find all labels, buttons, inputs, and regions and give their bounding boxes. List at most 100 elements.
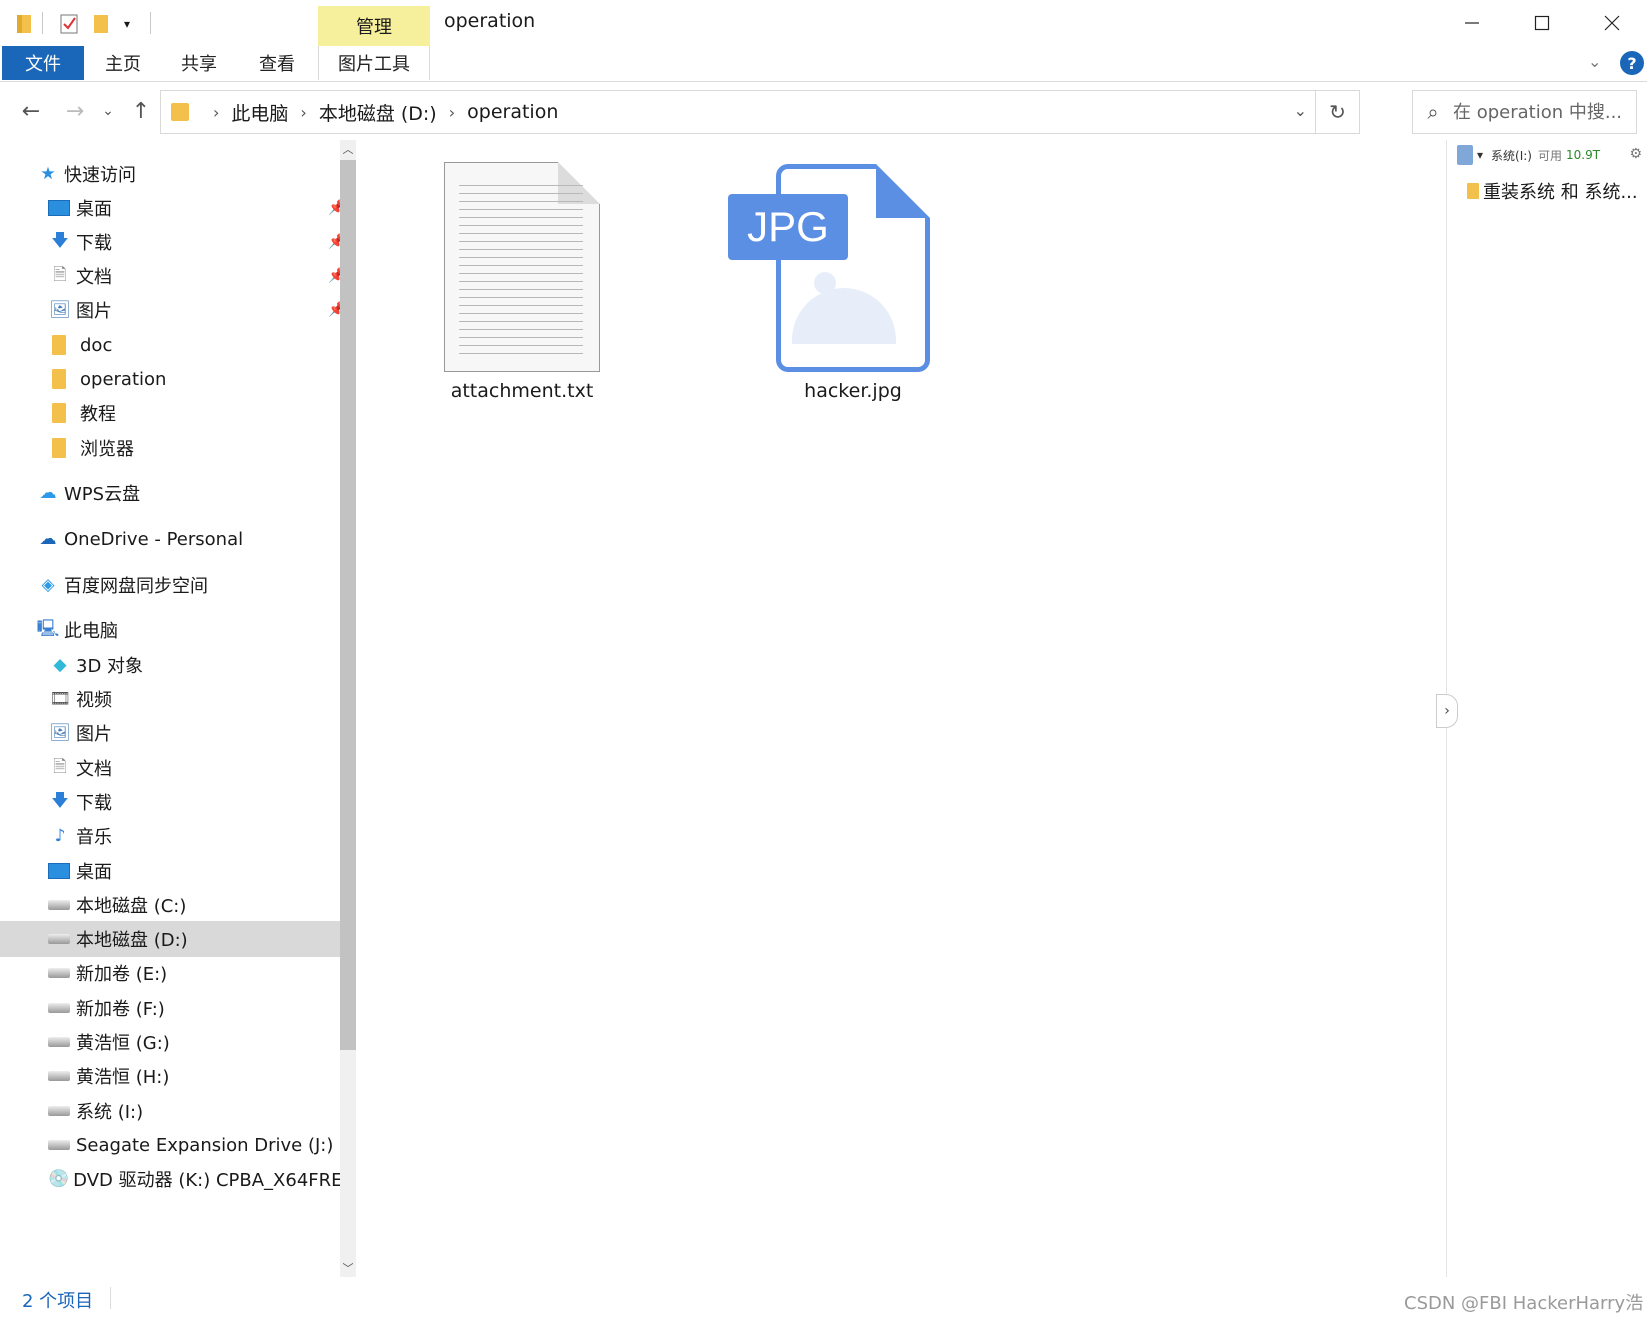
sidebar-item-drive-e[interactable]: 新加卷 (E:) xyxy=(0,955,352,991)
sidebar-item-downloads-pc[interactable]: 🡇 下载 xyxy=(0,784,352,820)
close-button[interactable] xyxy=(1577,0,1647,46)
star-icon: ★ xyxy=(40,164,56,184)
sidebar-item-pictures-pc[interactable]: 🖼 图片 xyxy=(0,715,352,751)
folder-icon xyxy=(52,369,66,389)
sidebar-item-label: 本地磁盘 (C:) xyxy=(76,896,187,917)
sidebar-item-desktop[interactable]: 桌面 📌 xyxy=(0,190,352,226)
sidebar-item-baidu-netdisk[interactable]: ◈ 百度网盘同步空间 xyxy=(0,567,352,603)
file-item-hacker-jpg[interactable]: JPG hacker.jpg xyxy=(356,136,976,416)
title-bar: ▾ 管理 operation xyxy=(0,0,1647,46)
tab-view[interactable]: 查看 xyxy=(246,46,308,80)
document-icon: 🗎 xyxy=(53,264,67,285)
sidebar-item-documents[interactable]: 🗎 文档 📌 xyxy=(0,258,352,294)
recent-locations-icon[interactable]: ⌄ xyxy=(96,94,120,128)
sidebar-item-onedrive[interactable]: ☁ OneDrive - Personal xyxy=(0,521,352,557)
navigation-bar: ← → ⌄ ↑ › 此电脑 › 本地磁盘 (D:) › operation ⌄ … xyxy=(0,86,1647,136)
video-icon: 🎞 xyxy=(49,689,71,709)
chevron-down-icon[interactable]: ▾ xyxy=(1477,148,1483,162)
search-box[interactable]: ⌕ xyxy=(1412,90,1637,134)
sidebar-item-label: 浏览器 xyxy=(80,439,134,460)
file-name: hacker.jpg xyxy=(804,380,902,402)
expand-ribbon-icon[interactable]: ⌄ xyxy=(1588,52,1601,71)
breadcrumb-drive-d[interactable]: 本地磁盘 (D:) xyxy=(319,99,437,126)
sidebar-item-drive-c[interactable]: 本地磁盘 (C:) xyxy=(0,887,352,923)
chevron-right-icon[interactable]: › xyxy=(213,103,219,122)
up-arrow-icon[interactable]: ↑ xyxy=(124,94,158,128)
sidebar-item-label: 教程 xyxy=(80,404,116,425)
sidebar-item-this-pc[interactable]: 🖳 此电脑 xyxy=(0,612,352,648)
drive-icon xyxy=(48,1106,70,1116)
sidebar-item-drive-f[interactable]: 新加卷 (F:) xyxy=(0,990,352,1026)
sidebar-item-label: 黄浩恒 (G:) xyxy=(76,1033,170,1054)
sidebar-item-label: 黄浩恒 (H:) xyxy=(76,1067,170,1088)
cube-icon: ◆ xyxy=(53,655,67,675)
quick-access-separator xyxy=(42,12,43,34)
refresh-icon[interactable]: ↻ xyxy=(1315,91,1359,133)
folder-icon xyxy=(1467,183,1479,199)
sidebar-item-wps-cloud[interactable]: ☁ WPS云盘 xyxy=(0,475,352,511)
tab-home[interactable]: 主页 xyxy=(92,46,154,80)
window-title: operation xyxy=(444,10,536,32)
sidebar-item-drive-h[interactable]: 黄浩恒 (H:) xyxy=(0,1058,352,1094)
sidebar-item-operation[interactable]: operation xyxy=(0,361,352,397)
sidebar-item-label: OneDrive - Personal xyxy=(64,528,244,550)
sidebar-item-label: Seagate Expansion Drive (J:) xyxy=(76,1134,334,1156)
tab-share[interactable]: 共享 xyxy=(168,46,230,80)
tab-picture-tools[interactable]: 图片工具 xyxy=(318,46,430,80)
sidebar-item-downloads[interactable]: 🡇 下载 📌 xyxy=(0,224,352,260)
maximize-button[interactable] xyxy=(1507,0,1577,46)
gear-icon[interactable]: ⚙ xyxy=(1629,146,1642,162)
sidebar-item-tutorials[interactable]: 教程 xyxy=(0,395,352,431)
sidebar-item-label: 文档 xyxy=(76,267,112,288)
panel-list-item[interactable]: 重装系统 和 系统... xyxy=(1467,178,1638,204)
sidebar-item-drive-d[interactable]: 本地磁盘 (D:) xyxy=(0,921,352,957)
forward-arrow-icon[interactable]: → xyxy=(58,94,92,128)
new-folder-icon[interactable] xyxy=(90,12,112,36)
customize-quick-access-icon[interactable]: ▾ xyxy=(118,12,136,36)
chevron-up-icon[interactable]: ︿ xyxy=(340,140,356,158)
sidebar-scrollbar[interactable]: ︿ ﹀ xyxy=(340,140,356,1277)
back-arrow-icon[interactable]: ← xyxy=(14,94,48,128)
drive-label: 系统(I:) xyxy=(1491,148,1532,163)
help-icon[interactable]: ? xyxy=(1620,51,1644,75)
picture-icon: 🖼 xyxy=(49,723,71,743)
sidebar-item-label: 本地磁盘 (D:) xyxy=(76,930,188,951)
sidebar-item-3d-objects[interactable]: ◆ 3D 对象 xyxy=(0,647,352,683)
sidebar-item-doc[interactable]: doc xyxy=(0,327,352,363)
chevron-right-icon[interactable]: › xyxy=(300,103,306,122)
search-input[interactable] xyxy=(1453,101,1623,123)
status-separator xyxy=(110,1287,111,1309)
navigation-pane: ★ 快速访问 桌面 📌 🡇 下载 📌 🗎 文档 📌 🖼 图片 📌 doc ope… xyxy=(0,140,356,1277)
sidebar-item-documents-pc[interactable]: 🗎 文档 xyxy=(0,750,352,786)
sidebar-item-music[interactable]: ♪ 音乐 xyxy=(0,818,352,854)
address-bar[interactable]: › 此电脑 › 本地磁盘 (D:) › operation ⌄ ↻ xyxy=(160,90,1360,134)
chevron-right-icon[interactable]: › xyxy=(1436,694,1458,728)
chevron-right-icon[interactable]: › xyxy=(449,103,455,122)
minimize-button[interactable] xyxy=(1437,0,1507,46)
dvd-drive-icon: 💿 xyxy=(48,1169,70,1189)
sidebar-item-drive-g[interactable]: 黄浩恒 (G:) xyxy=(0,1024,352,1060)
chevron-down-icon[interactable]: ﹀ xyxy=(340,1259,356,1277)
drive-icon xyxy=(48,1003,70,1013)
sidebar-item-label: 桌面 xyxy=(76,862,112,883)
folder-icon xyxy=(171,103,189,121)
sidebar-item-drive-j[interactable]: Seagate Expansion Drive (J:) xyxy=(0,1127,352,1163)
drive-icon xyxy=(48,1071,70,1081)
sidebar-item-quick-access[interactable]: ★ 快速访问 xyxy=(0,156,352,192)
breadcrumb-operation[interactable]: operation xyxy=(467,101,558,123)
breadcrumb-this-pc[interactable]: 此电脑 xyxy=(231,99,288,126)
sidebar-item-label: WPS云盘 xyxy=(64,484,141,505)
properties-icon[interactable] xyxy=(58,12,80,36)
sidebar-item-desktop-pc[interactable]: 桌面 xyxy=(0,853,352,889)
manage-context-tab[interactable]: 管理 xyxy=(318,6,430,46)
sidebar-item-browser[interactable]: 浏览器 xyxy=(0,430,352,466)
chevron-down-icon[interactable]: ⌄ xyxy=(1294,101,1307,120)
sidebar-item-videos[interactable]: 🎞 视频 xyxy=(0,681,352,717)
sidebar-item-dvd-drive-k[interactable]: 💿 DVD 驱动器 (K:) CPBA_X64FRE_Z xyxy=(0,1161,356,1197)
sidebar-item-drive-i[interactable]: 系统 (I:) xyxy=(0,1093,352,1129)
file-explorer-window: ▾ 管理 operation 文件 主页 共享 查看 图片工具 ⌄ ? ← → … xyxy=(0,0,1647,1317)
drive-icon xyxy=(48,1140,70,1150)
scrollbar-thumb[interactable] xyxy=(340,160,356,1050)
tab-file[interactable]: 文件 xyxy=(2,46,84,80)
sidebar-item-pictures[interactable]: 🖼 图片 📌 xyxy=(0,292,352,328)
